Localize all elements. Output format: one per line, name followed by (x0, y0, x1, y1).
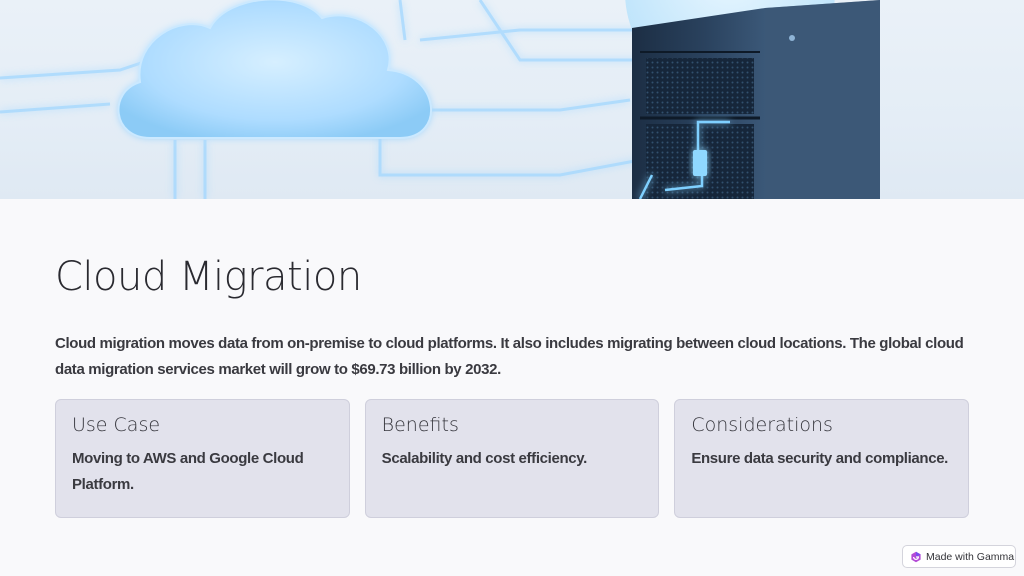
slide: Cloud Migration Cloud migration moves da… (0, 0, 1024, 576)
page-title: Cloud Migration (55, 254, 362, 300)
badge-label: Made with Gamma (926, 550, 1015, 563)
intro-paragraph: Cloud migration moves data from on-premi… (55, 335, 964, 378)
card-benefits: Benefits Scalability and cost efficiency… (364, 399, 660, 518)
card-text: Scalability and cost efficiency. (381, 450, 588, 467)
made-with-gamma-badge[interactable]: Made with Gamma (902, 545, 1016, 568)
info-cards: Use Case Moving to AWS and Google Cloud … (55, 399, 970, 518)
card-use-case: Use Case Moving to AWS and Google Cloud … (55, 399, 350, 518)
server-rack-icon (632, 0, 880, 199)
card-text: Moving to AWS and Google Cloud Platform. (72, 450, 304, 493)
gamma-logo-icon (910, 551, 922, 563)
hero-illustration (0, 0, 1024, 199)
card-title: Use Case (72, 414, 161, 436)
card-considerations: Considerations Ensure data security and … (674, 399, 970, 518)
card-text: Ensure data security and compliance. (691, 450, 949, 467)
cloud-icon (117, 0, 433, 139)
card-title: Considerations (691, 414, 833, 436)
card-title: Benefits (381, 414, 459, 436)
